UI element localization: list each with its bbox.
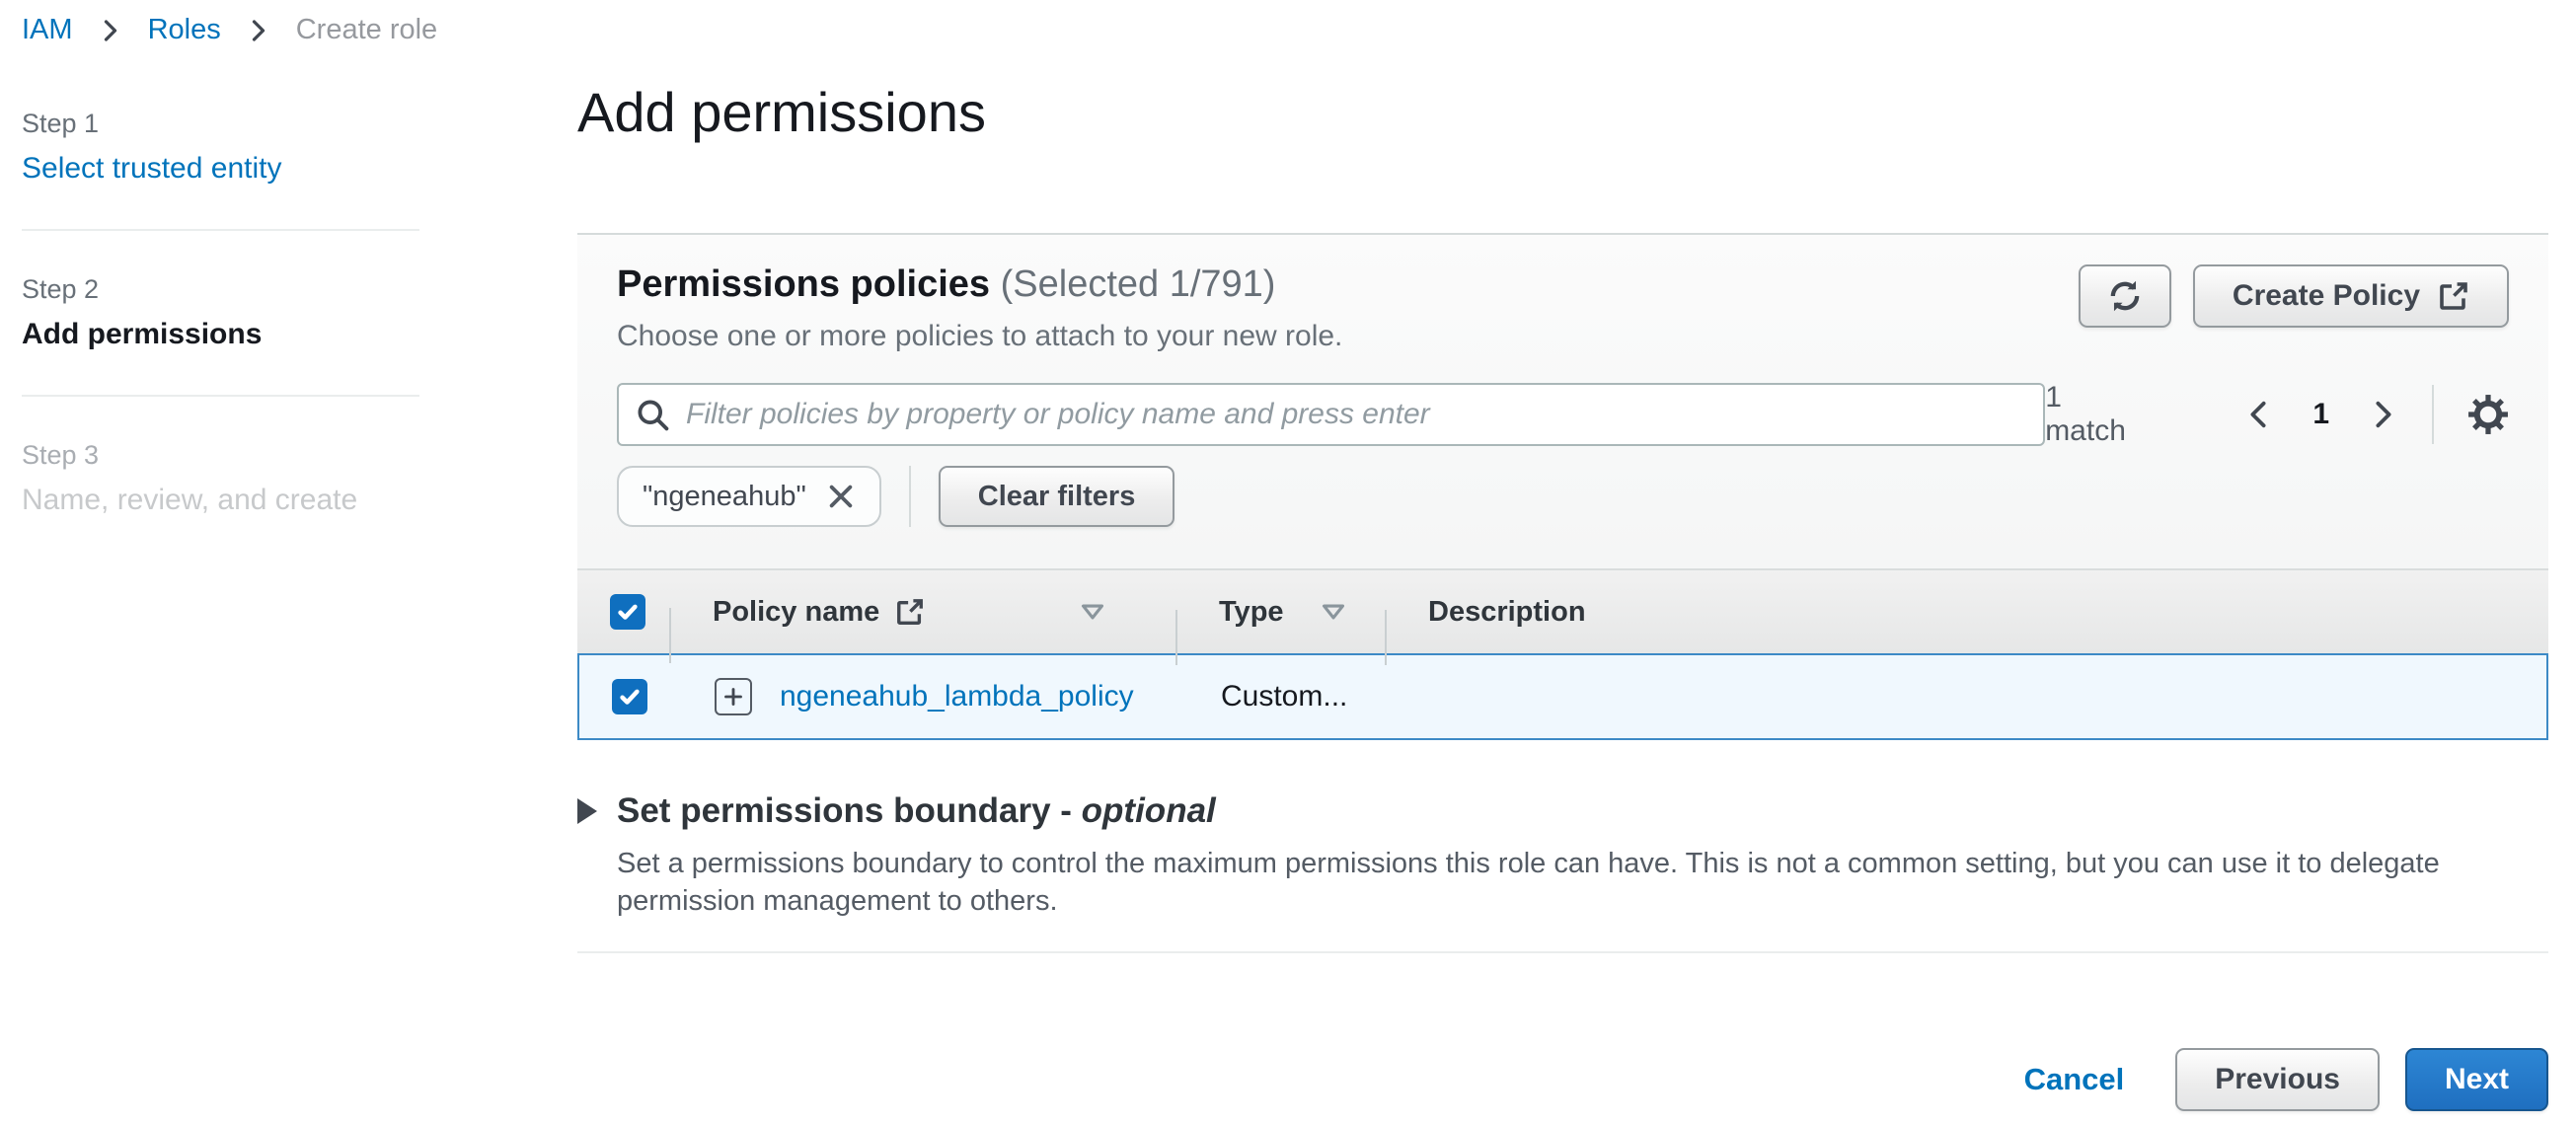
permissions-boundary-description: Set a permissions boundary to control th…: [617, 845, 2548, 920]
row-checkbox[interactable]: [612, 679, 647, 714]
external-link-icon: [2438, 280, 2469, 312]
sort-filter-icon[interactable]: [1079, 598, 1106, 626]
panel-title-text: Permissions policies: [617, 263, 990, 305]
panel-header-text: Permissions policies (Selected 1/791) Ch…: [617, 261, 1342, 355]
external-link-icon: [895, 597, 925, 627]
selected-count: (Selected 1/791): [1001, 263, 1276, 305]
clear-filters-button[interactable]: Clear filters: [939, 466, 1175, 527]
create-policy-label: Create Policy: [2233, 279, 2420, 313]
match-count: 1 match: [2045, 381, 2149, 448]
policy-search-box: [617, 383, 2045, 446]
remove-filter-icon[interactable]: [826, 482, 856, 511]
filter-chip-ngeneahub: "ngeneahub": [617, 466, 881, 527]
next-page-icon[interactable]: [2369, 400, 2398, 429]
divider: [1385, 610, 1387, 665]
boundary-optional-label: optional: [1082, 791, 1216, 830]
step-divider: [22, 229, 419, 231]
policy-name-link[interactable]: ngeneahub_lambda_policy: [780, 680, 1134, 713]
column-policy-name[interactable]: Policy name: [713, 596, 879, 629]
next-button[interactable]: Next: [2405, 1048, 2548, 1111]
previous-button[interactable]: Previous: [2175, 1048, 2380, 1111]
filter-chip-label: "ngeneahub": [643, 481, 806, 513]
create-policy-button[interactable]: Create Policy: [2193, 264, 2509, 328]
settings-gear-icon[interactable]: [2467, 394, 2509, 435]
select-all-checkbox[interactable]: [610, 594, 645, 630]
chevron-right-icon: [99, 19, 122, 42]
step-1: Step 1 Select trusted entity: [22, 107, 419, 189]
breadcrumb-iam[interactable]: IAM: [22, 14, 73, 46]
previous-page-icon[interactable]: [2243, 400, 2273, 429]
policy-search-input[interactable]: [684, 397, 2027, 432]
search-icon: [635, 397, 670, 432]
column-description: Description: [1428, 596, 1586, 629]
step-2-title-add-permissions: Add permissions: [22, 314, 419, 355]
chevron-right-icon: [247, 19, 270, 42]
page-title: Add permissions: [577, 71, 2548, 154]
permissions-boundary-section: Set permissions boundary - optional Set …: [577, 791, 2548, 953]
breadcrumb: IAM Roles Create role: [22, 14, 437, 46]
table-row-ngeneahub-lambda-policy[interactable]: ngeneahub_lambda_policy Custom...: [577, 653, 2548, 740]
table-header-row: Policy name Type: [577, 568, 2548, 653]
permissions-boundary-toggle[interactable]: Set permissions boundary - optional: [577, 791, 2548, 831]
step-3-title-name-review-create: Name, review, and create: [22, 480, 419, 521]
panel-actions: Create Policy: [2079, 264, 2509, 328]
breadcrumb-create-role: Create role: [296, 14, 437, 46]
step-3-label: Step 3: [22, 438, 419, 472]
steps-sidebar: Step 1 Select trusted entity Step 2 Add …: [22, 107, 419, 521]
permissions-policies-panel: Permissions policies (Selected 1/791) Ch…: [577, 233, 2548, 740]
divider: [2432, 385, 2434, 444]
expand-row-icon[interactable]: [715, 678, 752, 715]
sort-filter-icon[interactable]: [1320, 598, 1347, 626]
current-page-number: 1: [2312, 398, 2329, 431]
step-3: Step 3 Name, review, and create: [22, 438, 419, 521]
panel-subtitle: Choose one or more policies to attach to…: [617, 318, 1342, 355]
divider: [577, 951, 2548, 953]
step-1-label: Step 1: [22, 107, 419, 140]
panel-title: Permissions policies (Selected 1/791): [617, 261, 1342, 308]
step-1-link-select-trusted-entity[interactable]: Select trusted entity: [22, 148, 419, 189]
boundary-title-text: Set permissions boundary -: [617, 791, 1072, 830]
pagination: 1: [2243, 398, 2398, 431]
permissions-boundary-title: Set permissions boundary - optional: [617, 791, 1216, 831]
refresh-icon: [2107, 278, 2143, 314]
policies-table: Policy name Type: [577, 568, 2548, 740]
divider: [909, 466, 911, 527]
breadcrumb-roles[interactable]: Roles: [148, 14, 221, 46]
wizard-footer: Cancel Previous Next: [577, 1048, 2548, 1111]
step-divider: [22, 395, 419, 397]
refresh-button[interactable]: [2079, 264, 2171, 328]
column-type[interactable]: Type: [1219, 596, 1284, 629]
main-content: Add permissions Permissions policies (Se…: [577, 71, 2548, 1111]
step-2-label: Step 2: [22, 272, 419, 306]
cancel-button[interactable]: Cancel: [2024, 1062, 2125, 1097]
step-2: Step 2 Add permissions: [22, 272, 419, 355]
policy-type-cell: Custom...: [1221, 680, 1347, 713]
expand-triangle-icon: [577, 798, 597, 824]
